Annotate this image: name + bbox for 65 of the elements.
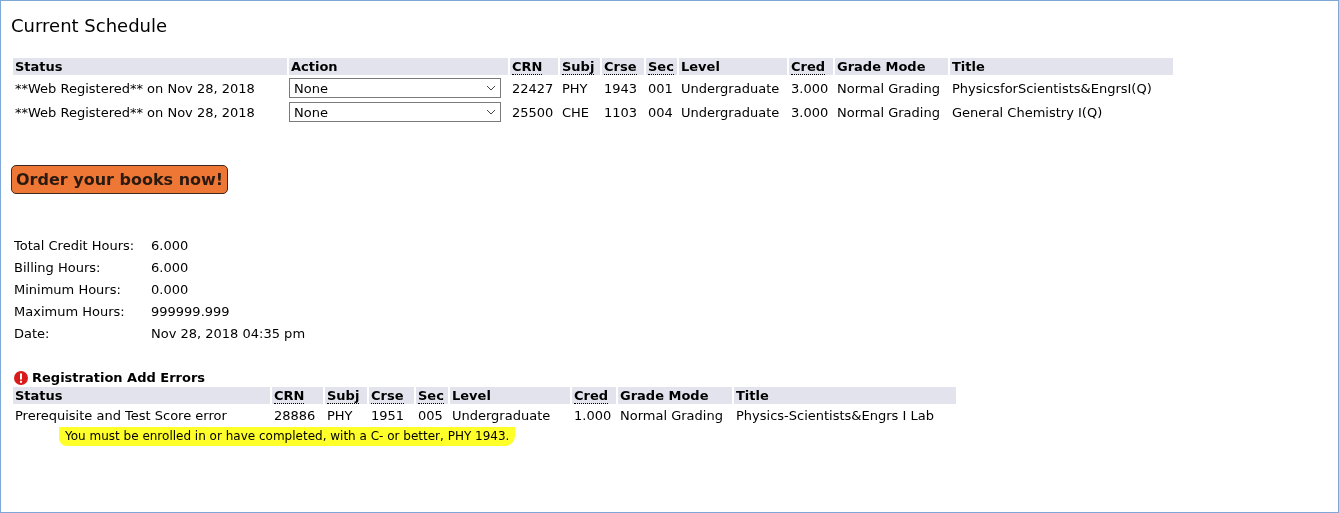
- table-cell-text: 001: [647, 79, 674, 98]
- action-dropdown[interactable]: None: [289, 102, 501, 122]
- error-icon: [14, 370, 28, 385]
- action-dropdown[interactable]: None: [289, 78, 501, 98]
- table-cell-text: Normal Grading: [619, 407, 724, 425]
- column-header: Level: [679, 58, 787, 75]
- table-cell-text: PHY: [561, 79, 589, 98]
- errors-heading: Registration Add Errors: [32, 370, 206, 385]
- table-cell-text: 004: [647, 103, 674, 122]
- table-cell-text: PHY: [326, 407, 354, 425]
- table-cell-text: Normal Grading: [836, 79, 941, 98]
- summary-label: Minimum Hours:: [14, 282, 122, 297]
- column-header: Level: [450, 387, 570, 404]
- summary-value: 0.000: [151, 282, 190, 297]
- column-header: Crse: [369, 387, 414, 404]
- column-header: Title: [950, 58, 1173, 75]
- summary-label: Maximum Hours:: [14, 304, 126, 319]
- table-cell-text: 1951: [370, 407, 406, 425]
- table-cell-text: Normal Grading: [836, 103, 941, 122]
- column-header: Subj: [560, 58, 600, 75]
- column-header: Grade Mode: [835, 58, 948, 75]
- chevron-down-icon: [486, 109, 496, 115]
- table-cell-text: CHE: [561, 103, 591, 122]
- column-header: Status: [13, 387, 270, 404]
- table-cell-text: 3.000: [790, 103, 830, 122]
- column-header: CRN: [510, 58, 558, 75]
- page-title: Current Schedule: [11, 15, 169, 36]
- column-header: Cred: [572, 387, 616, 404]
- table-cell-text: 1.000: [573, 407, 613, 425]
- table-cell-text: **Web Registered** on Nov 28, 2018: [14, 103, 256, 122]
- column-header: Action: [289, 58, 508, 75]
- table-cell-text: Prerequisite and Test Score error: [14, 407, 228, 425]
- table-cell-text: 25500: [511, 103, 555, 122]
- table-cell-text: 3.000: [790, 79, 830, 98]
- table-cell-text: 28886: [273, 407, 317, 425]
- table-cell-text: 005: [417, 407, 444, 425]
- table-cell-text: General Chemistry I(Q): [951, 103, 1104, 122]
- table-cell-text: 22427: [511, 79, 555, 98]
- summary-value: 6.000: [151, 238, 190, 253]
- column-header: Title: [734, 387, 956, 404]
- table-cell-text: Physics-Scientists&Engrs I Lab: [735, 407, 935, 425]
- table-cell-text: Undergraduate: [680, 79, 781, 98]
- column-header: Status: [13, 58, 287, 75]
- table-cell-text: PhysicsforScientists&EngrsI(Q): [951, 79, 1153, 98]
- chevron-down-icon: [486, 85, 496, 91]
- order-books-button[interactable]: Order your books now!: [11, 165, 229, 194]
- summary-value: 6.000: [151, 260, 190, 275]
- summary-value: 999999.999: [151, 304, 231, 319]
- summary-label: Date:: [14, 326, 51, 341]
- table-cell-text: **Web Registered** on Nov 28, 2018: [14, 79, 256, 98]
- summary-value: Nov 28, 2018 04:35 pm: [151, 326, 307, 341]
- table-cell-text: Undergraduate: [680, 103, 781, 122]
- column-header: Grade Mode: [618, 387, 732, 404]
- column-header: Sec: [416, 387, 448, 404]
- column-header: Sec: [646, 58, 677, 75]
- column-header: CRN: [272, 387, 323, 404]
- summary-label: Total Credit Hours:: [14, 238, 136, 253]
- table-cell-text: 1943: [603, 79, 639, 98]
- column-header: Crse: [602, 58, 644, 75]
- column-header: Subj: [325, 387, 367, 404]
- table-cell-text: 1103: [603, 103, 639, 122]
- summary-label: Billing Hours:: [14, 260, 102, 275]
- table-cell-text: Undergraduate: [451, 407, 552, 425]
- column-header: Cred: [789, 58, 833, 75]
- error-message: You must be enrolled in or have completed, with a C- or better, PHY 1943.: [59, 427, 516, 446]
